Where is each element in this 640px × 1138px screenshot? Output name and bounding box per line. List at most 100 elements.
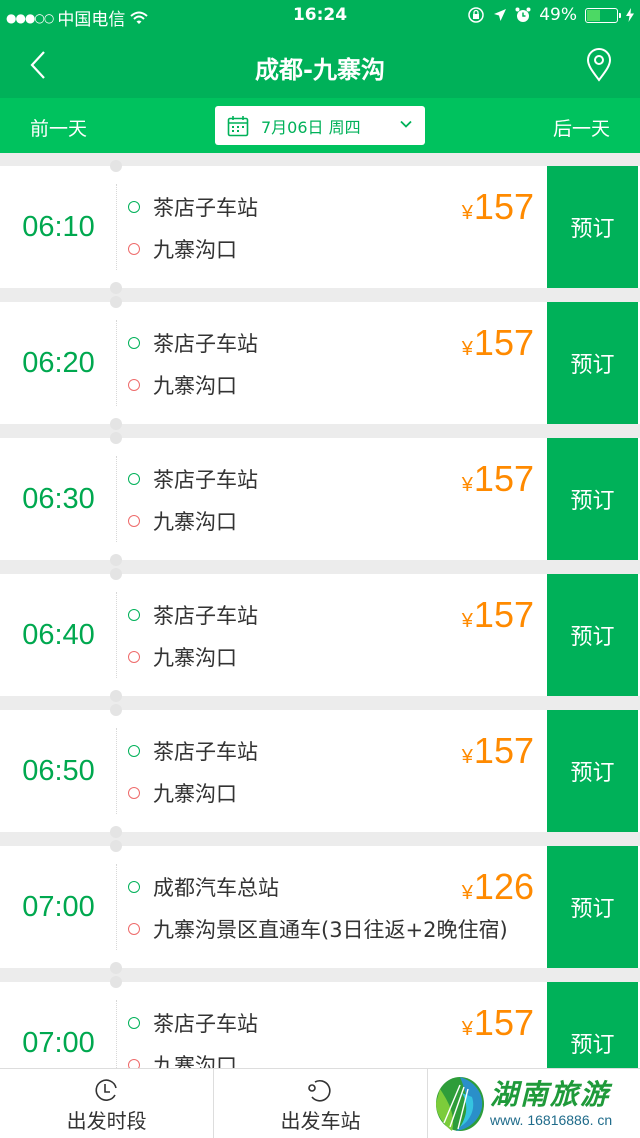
destination-station: 九寨沟口: [153, 374, 237, 398]
battery-percent: 49%: [539, 5, 577, 25]
trip-card[interactable]: 06:20 茶店子车站 九寨沟口 ¥ 157 预订: [0, 296, 640, 430]
orientation-lock-icon: [468, 7, 484, 23]
watermark-title: 湖南旅游: [490, 1078, 611, 1111]
book-button[interactable]: 预订: [547, 846, 638, 968]
destination-station: 九寨沟景区直通车(3日往返+2晚住宿): [153, 918, 508, 942]
navigation-bar: 成都-九寨沟: [0, 32, 640, 98]
destination-stop: 九寨沟口: [128, 506, 237, 536]
trip-card[interactable]: 06:30 茶店子车站 九寨沟口 ¥ 157 预订: [0, 432, 640, 566]
price-amount: 126: [473, 866, 534, 907]
destination-stop: 九寨沟口: [128, 370, 237, 400]
destination-stop: 九寨沟口: [128, 778, 237, 808]
calendar-icon: [227, 115, 249, 136]
ticket-price: ¥ 157: [462, 730, 534, 772]
price-amount: 157: [473, 458, 534, 499]
dotted-divider: [116, 592, 117, 678]
next-day-button[interactable]: 后一天: [553, 114, 610, 141]
destination-circle-icon: [128, 923, 140, 935]
watermark-logo: 湖南旅游 www. 16816886. cn: [430, 1070, 640, 1138]
origin-station: 茶店子车站: [153, 740, 258, 764]
destination-station: 九寨沟口: [153, 782, 237, 806]
ticket-price: ¥ 157: [462, 594, 534, 636]
origin-circle-icon: [128, 1017, 140, 1029]
destination-stop: 九寨沟景区直通车(3日往返+2晚住宿): [128, 914, 508, 944]
location-arrow-icon: [494, 9, 507, 21]
status-bar: ●●●○○ 中国电信 16:24 49%: [0, 0, 640, 32]
origin-station: 茶店子车站: [153, 332, 258, 356]
destination-circle-icon: [128, 651, 140, 663]
book-button[interactable]: 预订: [547, 710, 638, 832]
page-title: 成都-九寨沟: [255, 56, 385, 84]
price-amount: 157: [473, 322, 534, 363]
currency-symbol: ¥: [461, 610, 473, 632]
origin-station: 茶店子车站: [153, 468, 258, 492]
origin-circle-icon: [128, 337, 140, 349]
ticket-price: ¥ 157: [462, 1002, 534, 1044]
destination-stop: 九寨沟口: [128, 234, 237, 264]
currency-symbol: ¥: [461, 474, 473, 496]
destination-station: 九寨沟口: [153, 510, 237, 534]
price-amount: 157: [473, 594, 534, 635]
tab-label: 出发时段: [66, 1109, 147, 1133]
destination-stop: 九寨沟口: [128, 642, 237, 672]
book-button[interactable]: 预订: [547, 166, 638, 288]
trip-card[interactable]: 07:00 成都汽车总站 九寨沟景区直通车(3日往返+2晚住宿) ¥ 126 预…: [0, 840, 640, 974]
destination-circle-icon: [128, 379, 140, 391]
dotted-divider: [116, 320, 117, 406]
origin-circle-icon: [128, 745, 140, 757]
watermark-url: www. 16816886. cn: [490, 1112, 613, 1128]
trip-card[interactable]: 06:40 茶店子车站 九寨沟口 ¥ 157 预订: [0, 568, 640, 702]
origin-circle-icon: [128, 473, 140, 485]
book-button[interactable]: 预订: [547, 438, 638, 560]
dotted-divider: [116, 456, 117, 542]
departure-time: 06:30: [22, 482, 95, 515]
origin-stop: 茶店子车站: [128, 328, 258, 358]
origin-stop: 茶店子车站: [128, 736, 258, 766]
origin-station: 茶店子车站: [153, 1012, 258, 1036]
ticket-price: ¥ 157: [462, 186, 534, 228]
origin-station: 茶店子车站: [153, 604, 258, 628]
origin-stop: 茶店子车站: [128, 464, 258, 494]
book-button[interactable]: 预订: [547, 574, 638, 696]
dotted-divider: [116, 184, 117, 270]
origin-stop: 茶店子车站: [128, 1008, 258, 1038]
trip-card[interactable]: 06:50 茶店子车站 九寨沟口 ¥ 157 预订: [0, 704, 640, 838]
alarm-icon: [515, 7, 531, 22]
price-amount: 157: [473, 186, 534, 227]
tab-departure-station[interactable]: 出发车站: [213, 1069, 426, 1138]
dotted-divider: [116, 864, 117, 950]
station-icon: [308, 1079, 332, 1102]
map-pin-icon[interactable]: [584, 48, 614, 82]
previous-day-button[interactable]: 前一天: [30, 114, 87, 141]
trip-list: 06:10 茶店子车站 九寨沟口 ¥ 157 预订 06:20 茶店子车站 九寨…: [0, 160, 640, 1118]
trip-card[interactable]: 06:10 茶店子车站 九寨沟口 ¥ 157 预订: [0, 160, 640, 294]
departure-time: 06:50: [22, 754, 95, 787]
price-amount: 157: [473, 730, 534, 771]
selected-date: 7月06日 周四: [261, 117, 361, 137]
currency-symbol: ¥: [461, 1018, 473, 1040]
tab-label: 出发车站: [280, 1109, 361, 1133]
charging-bolt-icon: [626, 8, 634, 22]
origin-circle-icon: [128, 201, 140, 213]
currency-symbol: ¥: [461, 746, 473, 768]
watermark-emblem-icon: [436, 1077, 484, 1131]
destination-station: 九寨沟口: [153, 238, 237, 262]
origin-circle-icon: [128, 609, 140, 621]
destination-circle-icon: [128, 515, 140, 527]
currency-symbol: ¥: [461, 202, 473, 224]
tab-departure-time[interactable]: 出发时段: [0, 1069, 213, 1138]
book-button[interactable]: 预订: [547, 302, 638, 424]
origin-stop: 成都汽车总站: [128, 872, 279, 902]
departure-time: 06:40: [22, 618, 95, 651]
clock-icon: [95, 1079, 117, 1101]
destination-station: 九寨沟口: [153, 646, 237, 670]
departure-time: 07:00: [22, 890, 95, 923]
chevron-down-icon: [400, 120, 412, 128]
departure-time: 06:20: [22, 346, 95, 379]
origin-station: 成都汽车总站: [153, 876, 279, 900]
destination-circle-icon: [128, 787, 140, 799]
date-picker[interactable]: 7月06日 周四: [215, 106, 425, 145]
origin-circle-icon: [128, 881, 140, 893]
destination-circle-icon: [128, 243, 140, 255]
price-amount: 157: [473, 1002, 534, 1043]
